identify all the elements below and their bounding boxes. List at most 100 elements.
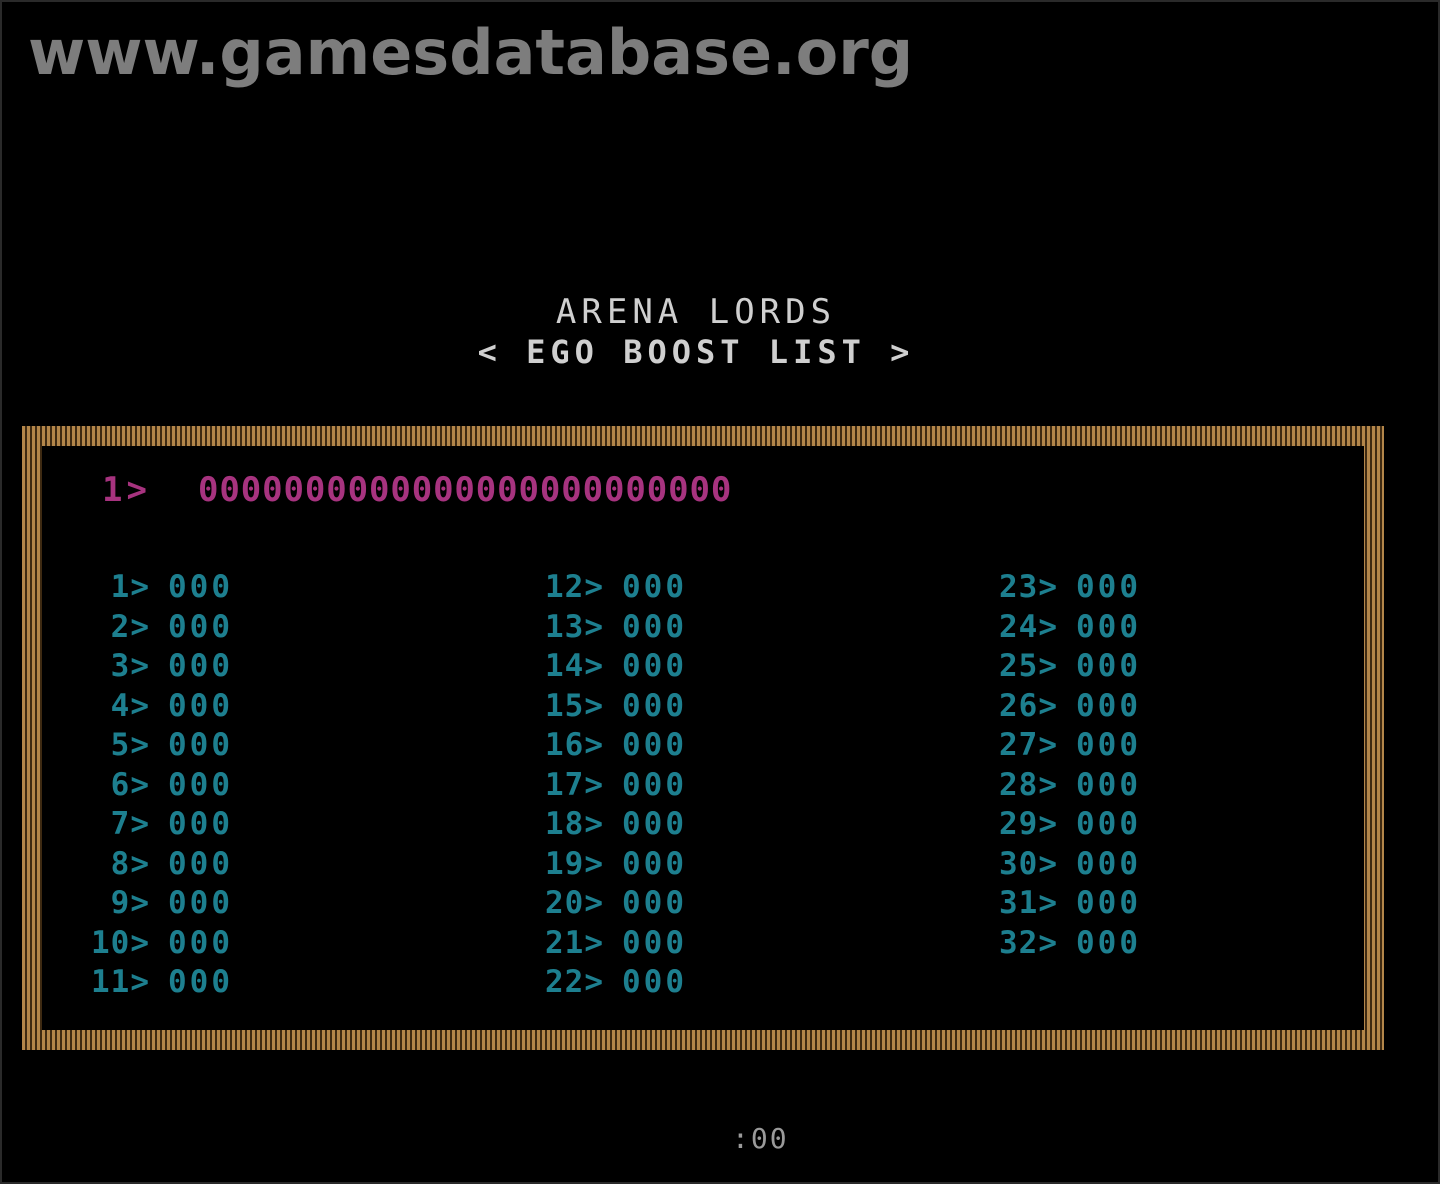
score-row: 11> 000: [86, 963, 233, 1003]
score-rank: 7>: [110, 806, 150, 842]
score-rank: 9>: [110, 885, 150, 921]
score-value: 000: [168, 727, 233, 763]
score-rank: 29>: [999, 806, 1058, 842]
score-value: 000: [622, 766, 687, 803]
current-value: 0000000000000000000000000: [198, 470, 733, 510]
score-value: 000: [622, 608, 687, 645]
score-row: 32> 000: [994, 924, 1141, 964]
score-rank: 4>: [110, 687, 150, 724]
score-row: 26> 000: [994, 687, 1141, 727]
score-value: 000: [168, 766, 233, 803]
score-rank: 31>: [999, 885, 1058, 921]
score-rank: 11>: [91, 964, 150, 1000]
score-rank: 8>: [110, 845, 150, 882]
score-value: 000: [622, 569, 687, 605]
score-row: 22> 000: [540, 963, 687, 1003]
score-value: 000: [1076, 766, 1141, 803]
score-rank: 32>: [999, 924, 1058, 961]
score-value: 000: [168, 964, 233, 1000]
score-value: 000: [622, 924, 687, 961]
score-row: 12> 000: [540, 568, 687, 608]
score-value: 000: [1076, 648, 1141, 684]
game-screen: www.gamesdatabase.org ARENA LORDS < EGO …: [0, 0, 1440, 1184]
score-rank: 23>: [999, 569, 1058, 605]
score-row: 16> 000: [540, 726, 687, 766]
score-row: 24> 000: [994, 608, 1141, 648]
score-row: 20> 000: [540, 884, 687, 924]
score-row: 19> 000: [540, 845, 687, 885]
score-rank: 15>: [545, 687, 604, 724]
game-title: ARENA LORDS: [555, 292, 837, 332]
score-rank: 6>: [110, 766, 150, 803]
score-row: 23> 000: [994, 568, 1141, 608]
score-value: 000: [1076, 885, 1141, 921]
score-value: 000: [622, 885, 687, 921]
score-row: 3> 000: [86, 647, 233, 687]
score-rank: 16>: [545, 727, 604, 763]
score-rank: 28>: [999, 766, 1058, 803]
score-row: 27> 000: [994, 726, 1141, 766]
score-rank: 25>: [999, 648, 1058, 684]
score-rank: 19>: [545, 845, 604, 882]
score-rank: 20>: [545, 885, 604, 921]
score-value: 000: [168, 687, 233, 724]
score-value: 000: [622, 964, 687, 1000]
score-row: 28> 000: [994, 766, 1141, 806]
score-row: 17> 000: [540, 766, 687, 806]
score-row: 25> 000: [994, 647, 1141, 687]
score-row: 2> 000: [86, 608, 233, 648]
score-rank: 21>: [545, 924, 604, 961]
score-value: 000: [622, 648, 687, 684]
timer: :00: [732, 1122, 789, 1155]
score-rank: 12>: [545, 569, 604, 605]
score-row: 7> 000: [86, 805, 233, 845]
score-rank: 24>: [999, 608, 1058, 645]
score-row: 15> 000: [540, 687, 687, 727]
score-column-2: 12> 000 13> 000 14> 000 15> 000 16> 000 17> 00…: [540, 568, 687, 1003]
score-rank: 3>: [110, 648, 150, 684]
score-row: 13> 000: [540, 608, 687, 648]
score-row: 30> 000: [994, 845, 1141, 885]
score-rank: 26>: [999, 687, 1058, 724]
score-value: 000: [1076, 727, 1141, 763]
score-row: 5> 000: [86, 726, 233, 766]
score-value: 000: [622, 845, 687, 882]
score-rank: 1>: [110, 569, 150, 605]
score-row: 10> 000: [86, 924, 233, 964]
score-row: 8> 000: [86, 845, 233, 885]
score-rank: 2>: [110, 608, 150, 645]
score-value: 000: [168, 569, 233, 605]
score-row: 14> 000: [540, 647, 687, 687]
score-value: 000: [168, 885, 233, 921]
score-value: 000: [622, 806, 687, 842]
score-rank: 14>: [545, 648, 604, 684]
score-rank: 27>: [999, 727, 1058, 763]
current-rank: 1>: [102, 470, 151, 510]
score-rank: 18>: [545, 806, 604, 842]
score-rank: 22>: [545, 964, 604, 1000]
score-frame-inner: [42, 446, 1364, 1030]
score-value: 000: [168, 648, 233, 684]
score-value: 000: [168, 806, 233, 842]
score-rank: 30>: [999, 845, 1058, 882]
score-column-3: 23> 000 24> 000 25> 000 26> 000 27> 000 28> 00…: [994, 568, 1141, 963]
current-entry: 1> 0000000000000000000000000: [102, 470, 732, 510]
score-row: 9> 000: [86, 884, 233, 924]
score-value: 000: [622, 727, 687, 763]
score-row: 29> 000: [994, 805, 1141, 845]
score-value: 000: [1076, 608, 1141, 645]
score-row: 31> 000: [994, 884, 1141, 924]
score-rank: 13>: [545, 608, 604, 645]
score-value: 000: [1076, 806, 1141, 842]
score-rank: 17>: [545, 766, 604, 803]
watermark: www.gamesdatabase.org: [28, 16, 914, 89]
score-value: 000: [1076, 924, 1141, 961]
score-row: 6> 000: [86, 766, 233, 806]
score-column-1: 1> 000 2> 000 3> 000 4> 000 5> 000 6> 000 7> 00…: [86, 568, 233, 1003]
score-value: 000: [622, 687, 687, 724]
score-rank: 5>: [110, 727, 150, 763]
list-subtitle: < EGO BOOST LIST >: [477, 333, 915, 371]
score-row: 18> 000: [540, 805, 687, 845]
score-value: 000: [168, 924, 233, 961]
score-value: 000: [1076, 569, 1141, 605]
